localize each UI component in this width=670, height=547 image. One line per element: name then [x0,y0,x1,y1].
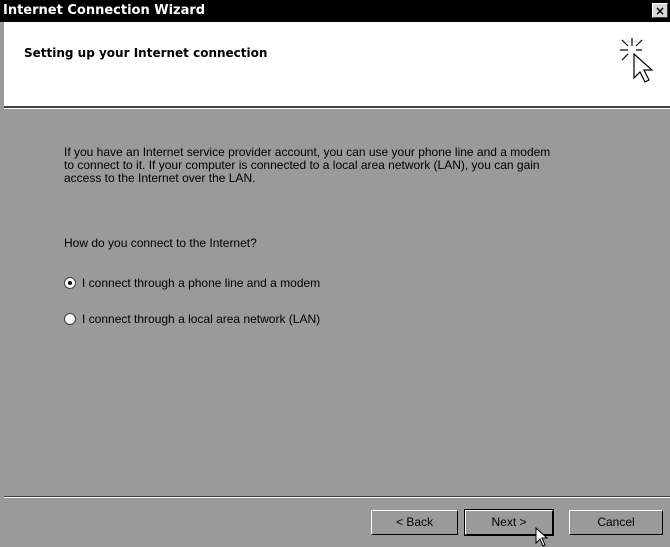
radio-button[interactable] [64,313,76,325]
description-text: If you have an Internet service provider… [64,146,614,185]
title-bar: Internet Connection Wizard × [0,0,670,22]
header-divider [4,106,670,109]
cancel-button[interactable]: Cancel [569,510,663,535]
description-line: access to the Internet over the LAN. [64,171,256,185]
close-button[interactable]: × [652,3,668,18]
wizard-header: Setting up your Internet connection [4,22,670,106]
page-title: Setting up your Internet connection [24,46,268,60]
window-title: Internet Connection Wizard [3,3,206,18]
footer-divider [4,496,670,498]
wizard-cursor-sparkle-icon [620,38,654,83]
radio-label-modem[interactable]: I connect through a phone line and a mod… [82,276,320,290]
radio-option-modem[interactable]: I connect through a phone line and a mod… [64,276,320,290]
radio-button-checked[interactable] [64,277,76,289]
mouse-pointer-icon [535,527,549,547]
close-icon: × [654,4,666,18]
back-button[interactable]: < Back [371,510,458,535]
radio-option-lan[interactable]: I connect through a local area network (… [64,312,320,326]
radio-label-lan[interactable]: I connect through a local area network (… [82,312,320,326]
connection-question: How do you connect to the Internet? [64,236,257,250]
